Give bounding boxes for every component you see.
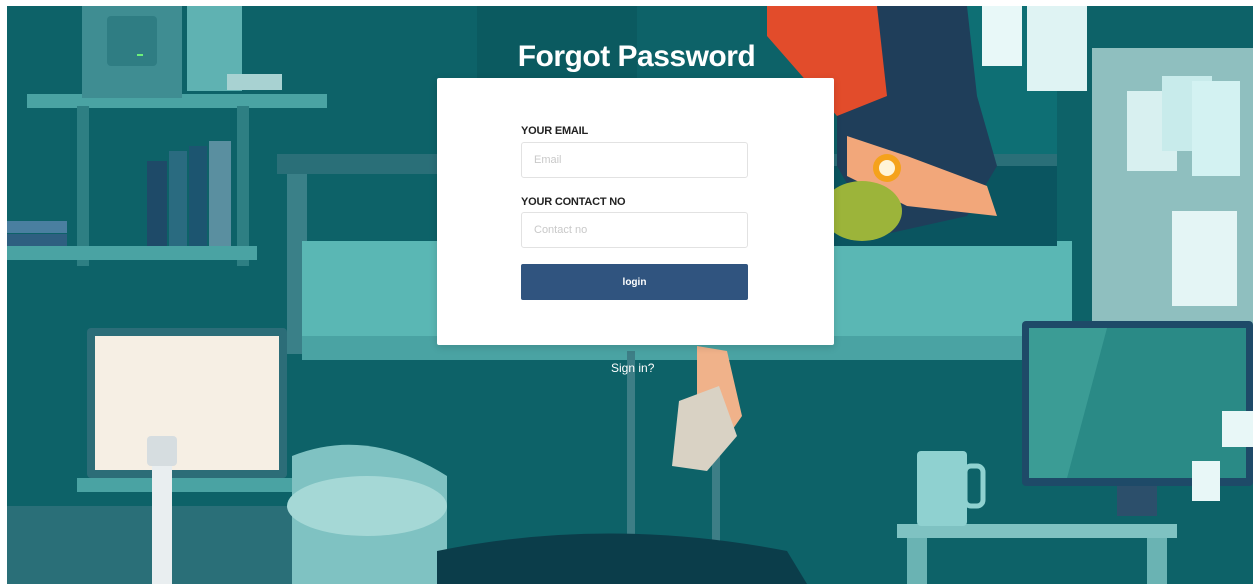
sign-in-link[interactable]: Sign in? [611, 361, 654, 375]
forgot-password-form: YOUR EMAIL YOUR CONTACT NO login [437, 78, 834, 345]
contact-number-field[interactable] [521, 212, 748, 248]
email-label: YOUR EMAIL [521, 125, 589, 137]
contact-label: YOUR CONTACT NO [521, 196, 626, 208]
email-field[interactable] [521, 142, 748, 178]
login-button[interactable]: login [521, 264, 748, 300]
page-title: Forgot Password [517, 40, 756, 73]
